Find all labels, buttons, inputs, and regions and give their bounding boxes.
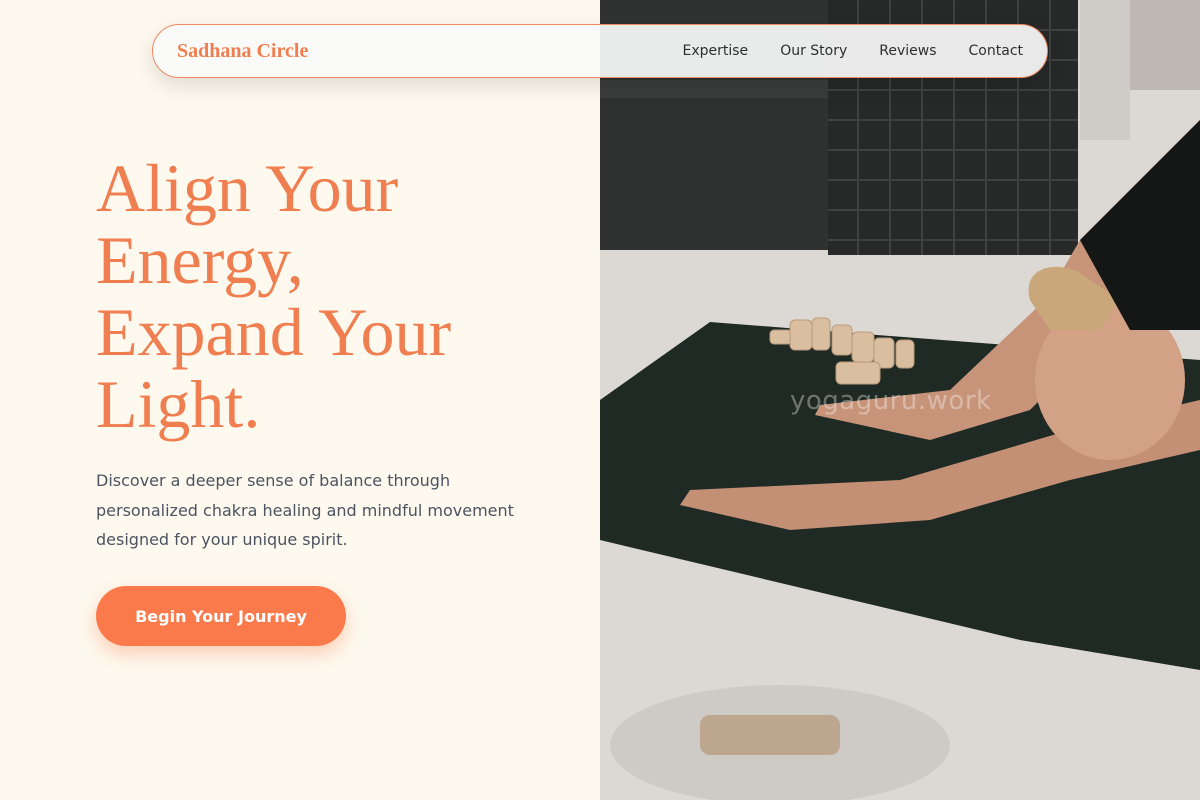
nav-link-our-story[interactable]: Our Story <box>780 43 847 59</box>
top-navigation-bar: Sadhana Circle Expertise Our Story Revie… <box>152 24 1048 78</box>
brand-logo-text[interactable]: Sadhana Circle <box>177 40 308 63</box>
nav-link-contact[interactable]: Contact <box>969 43 1023 59</box>
hero-title: Align Your Energy, Expand Your Light. <box>96 152 556 440</box>
hero-title-line-3: Expand Your <box>96 294 452 370</box>
hero-subtitle: Discover a deeper sense of balance throu… <box>96 471 514 549</box>
hero-title-line-4: Light. <box>96 366 261 442</box>
nav-links: Expertise Our Story Reviews Contact <box>683 43 1024 59</box>
watermark-text: yogaguru.work <box>790 386 992 416</box>
nav-link-reviews[interactable]: Reviews <box>879 43 936 59</box>
begin-journey-button[interactable]: Begin Your Journey <box>96 586 346 646</box>
hero-title-line-2: Energy, <box>96 222 304 298</box>
nav-link-expertise[interactable]: Expertise <box>683 43 749 59</box>
hero-title-line-1: Align Your <box>96 150 399 226</box>
